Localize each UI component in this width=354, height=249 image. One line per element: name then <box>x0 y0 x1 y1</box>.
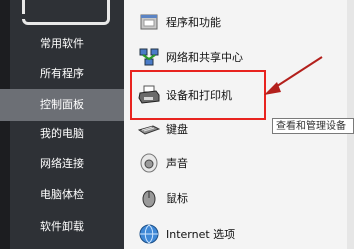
tooltip: 查看和管理设备 <box>272 118 354 134</box>
